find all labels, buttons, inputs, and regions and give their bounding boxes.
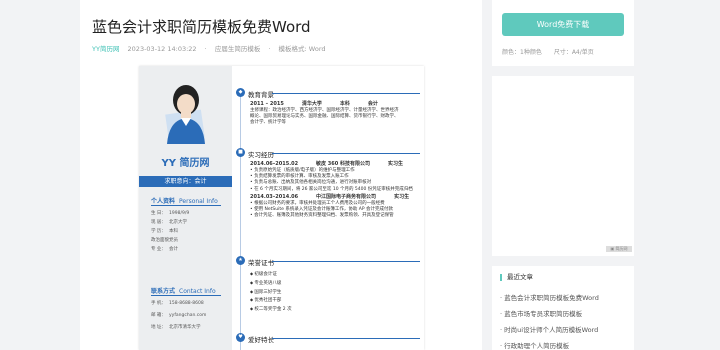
article-panel: 蓝色会计求职简历模板免费Word YY简历网 2023-03-12 14:03:… bbox=[80, 0, 482, 350]
list-item: 会计凭证、账簿及其他财务资料整理归档、发票购领、开具及登记保管 bbox=[250, 213, 427, 219]
briefcase-icon: ■ bbox=[236, 148, 245, 157]
certificates-block: 初级会计证 专业英语八级 国际三好学生 优秀社团干部 校二等奖学金 2 次 bbox=[250, 270, 292, 314]
ad-watermark: ▣ 简历网 bbox=[606, 246, 632, 252]
download-button[interactable]: Word免费下载 bbox=[502, 13, 624, 36]
work-block: 2014.06–2015.02敏皮 360 科技有限公司实习生 负责原始凭证（纸… bbox=[250, 160, 427, 219]
avatar bbox=[165, 85, 205, 144]
list-item: 校二等奖学金 2 次 bbox=[250, 305, 291, 314]
resume-right-column: ◆ 教育背景 2011 – 2015 清华大学 本科 会计 主修课程：政治经济学、西方… bbox=[232, 66, 424, 350]
category-link[interactable]: 应届生简历模板 bbox=[215, 45, 261, 53]
award-icon: ★ bbox=[236, 256, 245, 265]
template-format: 模板格式: Word bbox=[278, 45, 326, 53]
personal-info-list: 生 日： 1998/9/9 现 居： 北京大学 学 历： 本科 政治面貌：党员 专 业… bbox=[151, 211, 190, 252]
timeline-line bbox=[240, 96, 241, 350]
list-item: 专业英语八级 bbox=[250, 279, 292, 288]
recent-articles-panel: 最近文章 蓝色会计求职简历模板免费Word 蓝色市场专员求职简历模板 时尚ui设… bbox=[492, 266, 634, 350]
contact-info-list: 手 机： 158-8688-8608 邮 箱： yyfangchan.com 地 址… bbox=[151, 301, 207, 330]
list-item: 在 6 个月实习期间，将 26 家公司至迄 10 个月的 5400 份凭证审核并… bbox=[250, 187, 427, 193]
recent-article-link[interactable]: 蓝色会计求职简历模板免费Word bbox=[500, 290, 599, 306]
list-item: 初级会计证 bbox=[250, 270, 292, 279]
site-link[interactable]: YY简历网 bbox=[92, 45, 119, 53]
list-item: 国际三好学生 bbox=[250, 288, 292, 297]
divider bbox=[151, 295, 221, 296]
recent-article-link[interactable]: 时尚ui设计师个人简历模板Word bbox=[500, 322, 599, 338]
resume-name: YY 简历网 bbox=[161, 158, 210, 169]
recent-article-link[interactable]: 蓝色市场专员求职简历模板 bbox=[500, 306, 599, 322]
recent-article-link[interactable]: 行政助理个人简历模板 bbox=[500, 338, 599, 350]
job-intent: 求职意向：会计 bbox=[139, 176, 232, 187]
list-item: 优秀社团干部 bbox=[250, 296, 292, 305]
heart-icon: ♥ bbox=[236, 333, 245, 342]
personal-info-heading: 个人资料 Personal Info bbox=[151, 198, 218, 205]
ad-panel[interactable]: ▣ 简历网 bbox=[492, 76, 634, 256]
resume-left-column: YY 简历网 求职意向：会计 个人资料 Personal Info 生 日： 199… bbox=[139, 66, 232, 350]
publish-date: 2023-03-12 14:03:22 bbox=[127, 45, 197, 53]
template-specs: 颜色：1种颜色 尺寸：A4/单页 bbox=[502, 49, 594, 56]
divider bbox=[151, 205, 221, 206]
article-meta: YY简历网 2023-03-12 14:03:22 · 应届生简历模板 · 模板… bbox=[92, 45, 326, 53]
graduation-icon: ◆ bbox=[236, 88, 245, 97]
resume-preview: YY 简历网 求职意向：会计 个人资料 Personal Info 生 日： 199… bbox=[139, 66, 424, 350]
contact-info-heading: 联系方式 Contact Info bbox=[151, 288, 216, 295]
recent-articles-title: 最近文章 bbox=[500, 274, 533, 281]
download-panel: Word免费下载 颜色：1种颜色 尺寸：A4/单页 bbox=[492, 0, 634, 66]
page-title: 蓝色会计求职简历模板免费Word bbox=[92, 18, 311, 36]
education-block: 2011 – 2015 清华大学 本科 会计 主修课程：政治经济学、西方经济学、国际经… bbox=[250, 101, 399, 126]
